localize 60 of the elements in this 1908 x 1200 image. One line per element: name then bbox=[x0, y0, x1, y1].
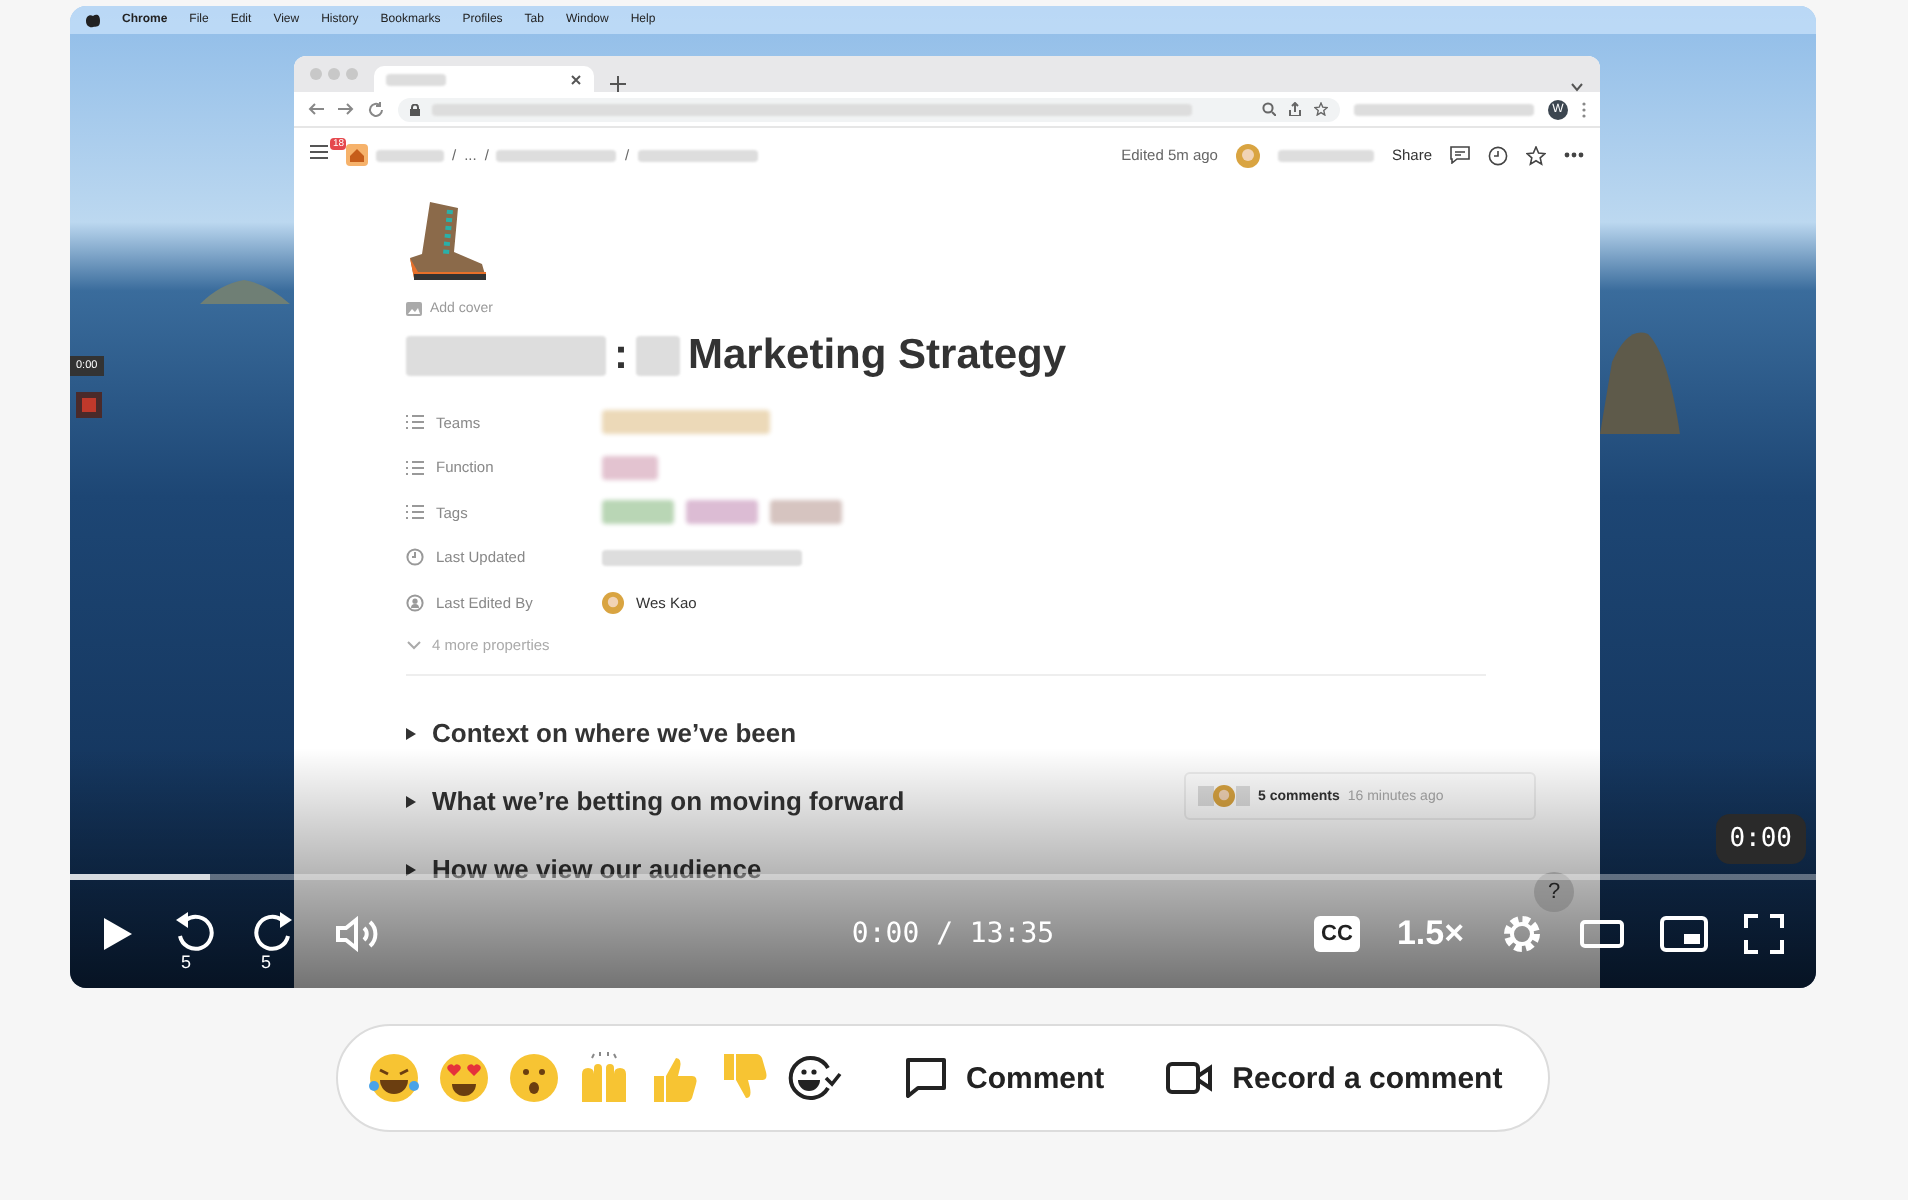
list-icon bbox=[406, 414, 424, 431]
surprised-face-icon[interactable] bbox=[506, 1050, 562, 1106]
avatar-icon bbox=[1235, 143, 1260, 167]
heart-eyes-face-icon[interactable] bbox=[436, 1050, 492, 1106]
back-icon[interactable] bbox=[308, 102, 324, 116]
play-icon[interactable] bbox=[102, 916, 134, 952]
triangle-icon[interactable] bbox=[406, 795, 416, 807]
help-button[interactable]: ? bbox=[1534, 872, 1574, 912]
rewind-icon bbox=[174, 912, 214, 952]
fullscreen-icon[interactable] bbox=[1744, 914, 1784, 954]
island-drawing bbox=[200, 276, 290, 304]
chevron-down-icon[interactable] bbox=[1570, 82, 1584, 92]
laughing-face-icon[interactable] bbox=[366, 1050, 422, 1106]
triangle-icon[interactable] bbox=[406, 727, 416, 739]
list-icon bbox=[406, 459, 424, 476]
forward-button[interactable]: 5 bbox=[254, 912, 294, 972]
page-title: : bbox=[614, 332, 628, 380]
image-icon bbox=[406, 302, 422, 316]
stop-icon bbox=[82, 398, 96, 412]
list-icon bbox=[406, 504, 424, 521]
volume-icon[interactable] bbox=[334, 916, 382, 952]
avatar-icon bbox=[1198, 784, 1250, 808]
picture-in-picture-icon[interactable] bbox=[1660, 916, 1708, 952]
rewind-button[interactable]: 5 bbox=[174, 912, 214, 972]
page-title: Marketing Strategy bbox=[688, 332, 1067, 380]
toggle-heading[interactable]: How we view our audience bbox=[432, 854, 762, 884]
comment-button[interactable]: Comment bbox=[904, 1056, 1105, 1100]
reload-icon[interactable] bbox=[368, 101, 384, 117]
star-icon[interactable] bbox=[1314, 102, 1328, 116]
plus-icon[interactable] bbox=[610, 76, 626, 92]
comment-icon bbox=[904, 1056, 948, 1100]
clock-icon[interactable] bbox=[1488, 145, 1508, 165]
more-icon[interactable] bbox=[1564, 152, 1584, 158]
forward-icon[interactable] bbox=[338, 102, 354, 116]
triangle-icon[interactable] bbox=[406, 863, 416, 875]
theater-mode-icon[interactable] bbox=[1580, 918, 1624, 950]
forward-icon bbox=[254, 912, 294, 952]
video-camera-icon bbox=[1166, 1060, 1215, 1096]
captions-button[interactable]: CC bbox=[1313, 916, 1361, 952]
toggle-heading[interactable]: What we’re betting on moving forward bbox=[432, 786, 905, 816]
share-icon[interactable] bbox=[1288, 102, 1302, 116]
playback-time: 0:00 / 13:35 bbox=[851, 918, 1055, 950]
video-player[interactable] bbox=[70, 6, 1816, 988]
menu-icon[interactable] bbox=[310, 143, 328, 159]
comment-icon[interactable] bbox=[1450, 146, 1470, 164]
avatar-icon bbox=[602, 591, 624, 614]
clock-icon bbox=[406, 548, 424, 567]
add-reaction-icon[interactable] bbox=[786, 1054, 842, 1102]
close-icon[interactable] bbox=[570, 73, 582, 85]
boot-drawing bbox=[406, 198, 490, 282]
settings-icon[interactable] bbox=[1500, 912, 1544, 956]
record-comment-button[interactable]: Record a comment bbox=[1166, 1060, 1503, 1096]
star-icon[interactable] bbox=[1526, 145, 1546, 165]
zoom-icon[interactable] bbox=[1262, 102, 1276, 116]
chevron-down-icon bbox=[406, 640, 422, 650]
toggle-heading[interactable]: Context on where we’ve been bbox=[432, 718, 797, 748]
person-icon bbox=[406, 593, 424, 612]
time-tooltip: 0:00 bbox=[1715, 814, 1806, 864]
home-icon[interactable] bbox=[346, 144, 368, 166]
lock-icon bbox=[410, 103, 420, 115]
